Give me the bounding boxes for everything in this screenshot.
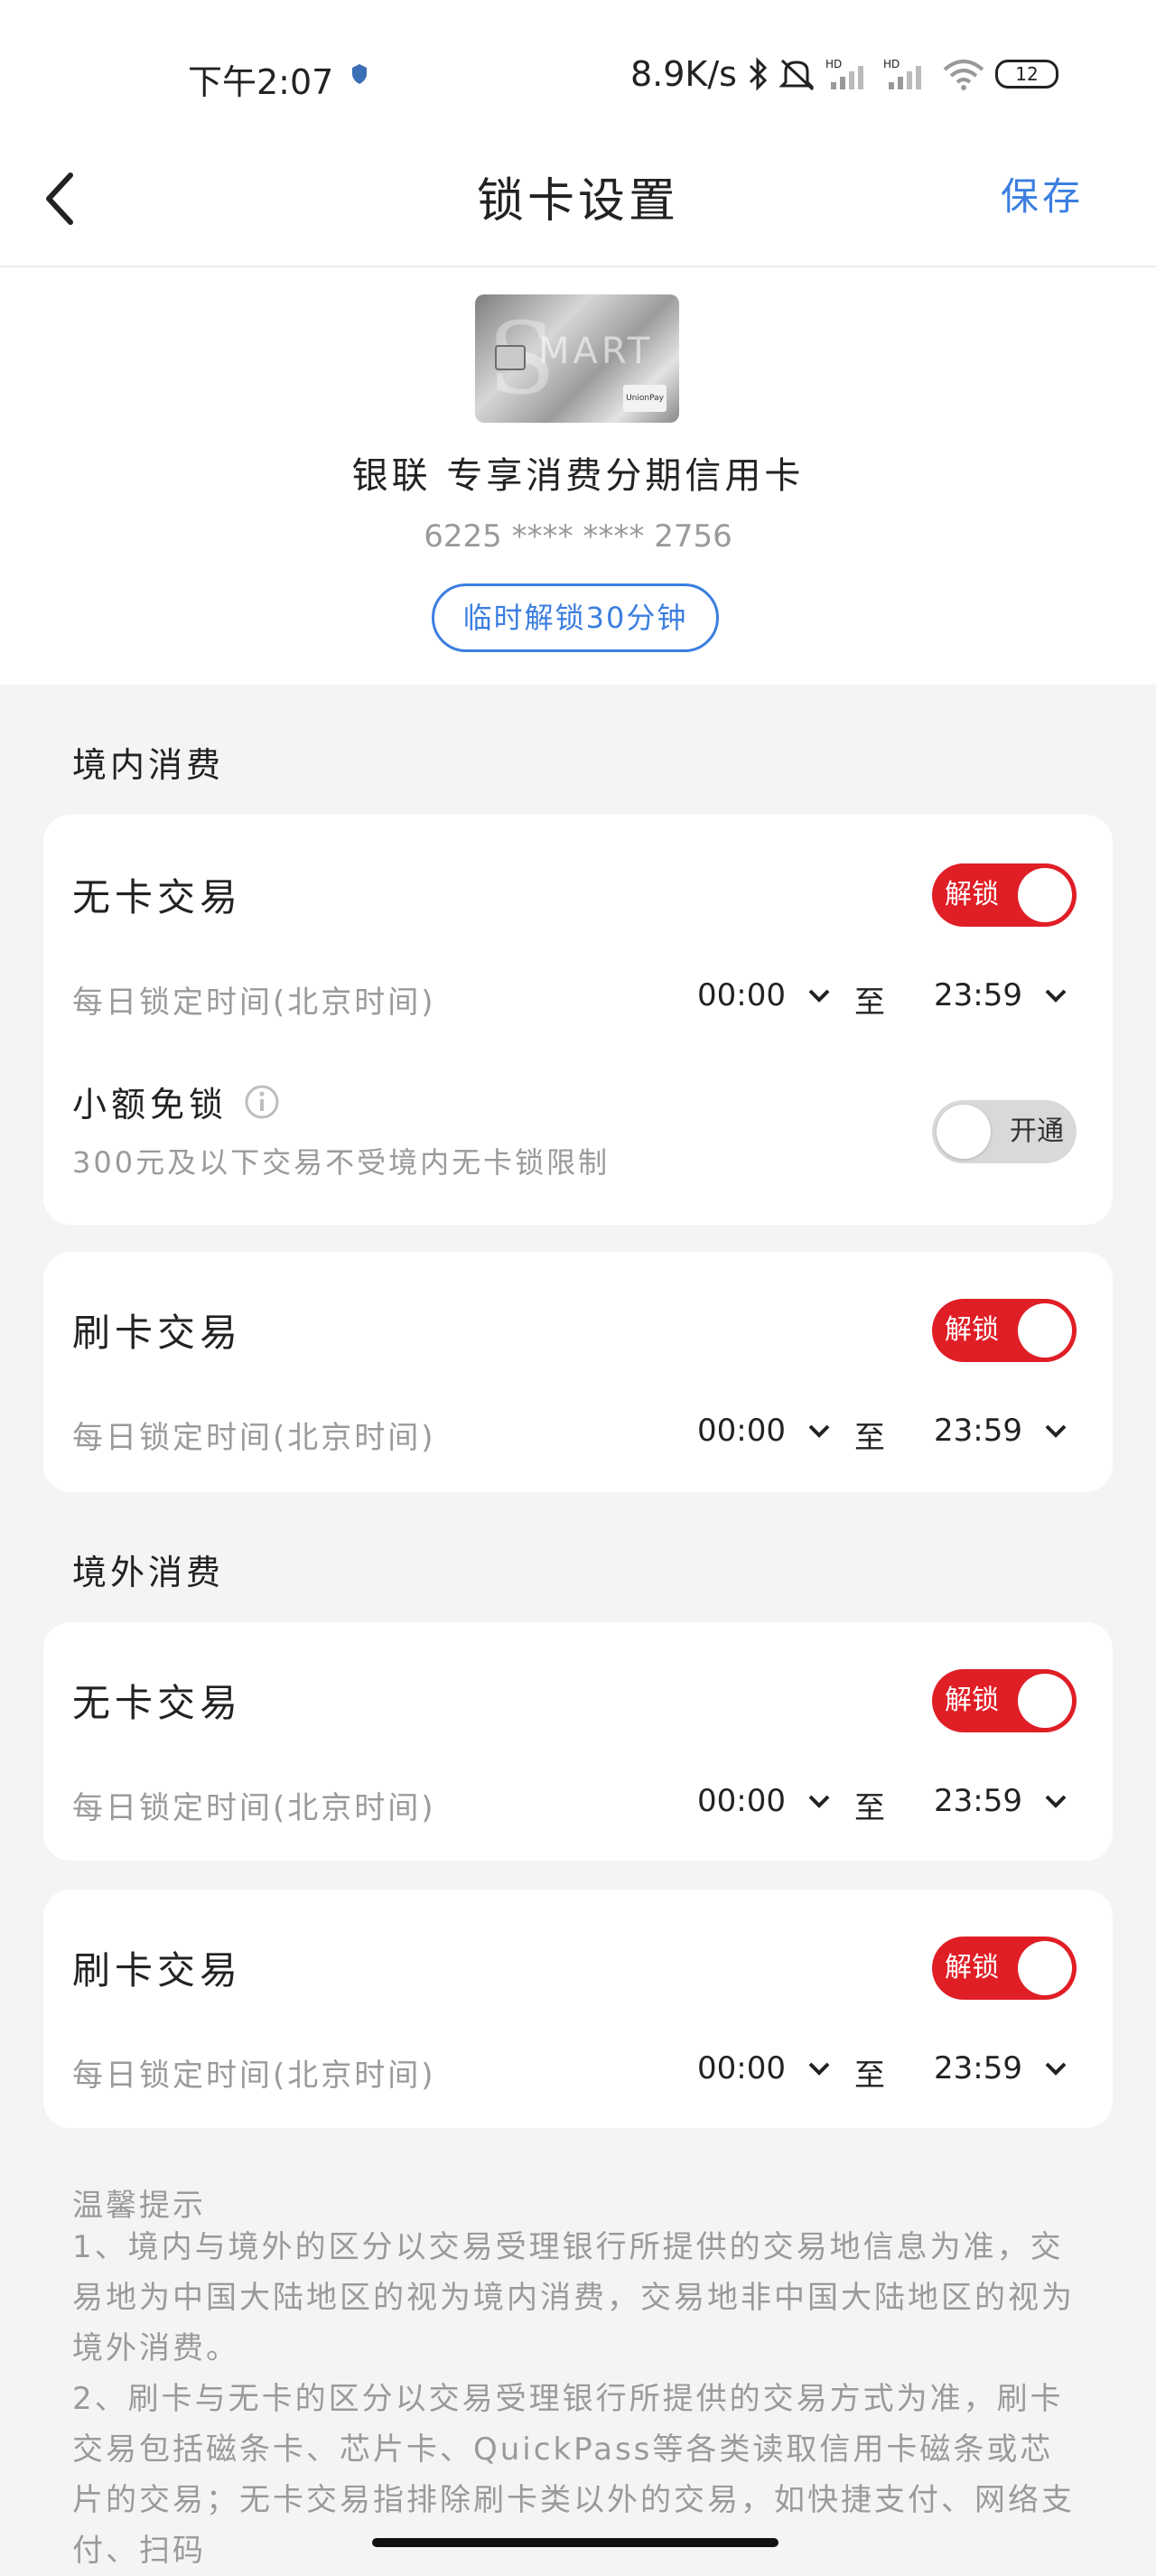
lock-time-label: 每日锁定时间(北京时间) xyxy=(72,2058,436,2094)
chevron-down-icon xyxy=(1045,989,1067,1003)
row-title: 无卡交易 xyxy=(72,1681,243,1725)
chevron-down-icon xyxy=(808,1424,830,1438)
small-amount-toggle[interactable]: 开通 xyxy=(932,1100,1077,1163)
lock-time-label: 每日锁定时间(北京时间) xyxy=(72,1420,436,1456)
home-indicator[interactable] xyxy=(372,2538,778,2547)
svg-text:HD: HD xyxy=(883,58,900,70)
section-title-overseas: 境外消费 xyxy=(72,1553,225,1592)
end-time-select[interactable]: 23:59 xyxy=(934,1783,1067,1819)
signal-icon-2: HD xyxy=(883,58,921,89)
no-card-lock-toggle[interactable]: 解锁 xyxy=(932,863,1077,927)
card-chip xyxy=(495,345,526,370)
signal-icon: HD xyxy=(825,58,863,89)
chevron-down-icon xyxy=(1045,2062,1067,2076)
panel-overseas-no-card: 无卡交易 解锁 每日锁定时间(北京时间) 00:00 至 23:59 xyxy=(43,1622,1113,1861)
page-title: 锁卡设置 xyxy=(476,174,679,229)
chevron-down-icon xyxy=(808,989,830,1003)
card-header: S MART UnionPay 银联 专享消费分期信用卡 6225 **** *… xyxy=(0,267,1156,685)
tips-body: 1、境内与境外的区分以交易受理银行所提供的交易地信息为准，交易地为中国大陆地区的… xyxy=(72,2222,1084,2576)
status-right: 8.9K/s HD HD 12 xyxy=(630,54,1058,94)
overseas-no-card-lock-toggle[interactable]: 解锁 xyxy=(932,1669,1077,1732)
chevron-down-icon xyxy=(1045,1795,1067,1808)
panel-overseas-card-swipe: 刷卡交易 解锁 每日锁定时间(北京时间) 00:00 至 23:59 xyxy=(43,1890,1113,2128)
end-time-select[interactable]: 23:59 xyxy=(934,2050,1067,2086)
nav-bar: 锁卡设置 保存 xyxy=(0,126,1156,267)
card-name: 银联 专享消费分期信用卡 xyxy=(351,455,805,497)
panel-domestic-no-card: 无卡交易 解锁 每日锁定时间(北京时间) 00:00 至 23:59 小额免锁 … xyxy=(43,815,1113,1225)
row-title: 刷卡交易 xyxy=(72,1311,243,1355)
chevron-down-icon xyxy=(808,1795,830,1808)
start-time-select[interactable]: 00:00 xyxy=(697,2050,831,2086)
mute-icon xyxy=(778,59,815,91)
svg-text:HD: HD xyxy=(825,58,842,70)
to-label: 至 xyxy=(854,1790,885,1826)
bluetooth-icon xyxy=(749,57,768,91)
to-label: 至 xyxy=(854,1420,885,1456)
to-label: 至 xyxy=(854,2058,885,2094)
overseas-card-swipe-lock-toggle[interactable]: 解锁 xyxy=(932,1937,1077,2000)
wifi-icon xyxy=(943,60,984,90)
panel-domestic-card-swipe: 刷卡交易 解锁 每日锁定时间(北京时间) 00:00 至 23:59 xyxy=(43,1252,1113,1492)
start-time-select[interactable]: 00:00 xyxy=(697,977,831,1013)
row-title: 无卡交易 xyxy=(72,875,243,919)
temp-unlock-button[interactable]: 临时解锁30分钟 xyxy=(432,583,719,652)
small-amount-desc: 300元及以下交易不受境内无卡锁限制 xyxy=(72,1145,611,1180)
unionpay-logo: UnionPay xyxy=(623,385,667,412)
battery-indicator: 12 xyxy=(994,60,1058,89)
chevron-down-icon xyxy=(808,2062,830,2076)
end-time-select[interactable]: 23:59 xyxy=(934,1413,1067,1449)
end-time-select[interactable]: 23:59 xyxy=(934,977,1067,1013)
info-icon[interactable] xyxy=(244,1084,280,1120)
card-swipe-lock-toggle[interactable]: 解锁 xyxy=(932,1299,1077,1362)
lock-time-label: 每日锁定时间(北京时间) xyxy=(72,1790,436,1826)
tips-title: 温馨提示 xyxy=(72,2188,206,2224)
lock-time-label: 每日锁定时间(北京时间) xyxy=(72,985,436,1021)
row-title: 刷卡交易 xyxy=(72,1948,243,1993)
start-time-select[interactable]: 00:00 xyxy=(697,1413,831,1449)
to-label: 至 xyxy=(854,985,885,1021)
status-time: 下午2:07 xyxy=(188,62,334,102)
network-speed: 8.9K/s xyxy=(630,54,737,94)
chevron-down-icon xyxy=(1045,1424,1067,1438)
card-number: 6225 **** **** 2756 xyxy=(424,518,732,555)
small-amount-row: 小额免锁 xyxy=(72,1077,280,1126)
section-title-domestic: 境内消费 xyxy=(72,745,225,785)
start-time-select[interactable]: 00:00 xyxy=(697,1783,831,1819)
shield-icon xyxy=(352,64,367,84)
save-button[interactable]: 保存 xyxy=(1001,166,1084,221)
credit-card-image: S MART UnionPay xyxy=(475,294,679,423)
tip-paragraph-1: 1、境内与境外的区分以交易受理银行所提供的交易地信息为准，交易地为中国大陆地区的… xyxy=(72,2229,1075,2366)
